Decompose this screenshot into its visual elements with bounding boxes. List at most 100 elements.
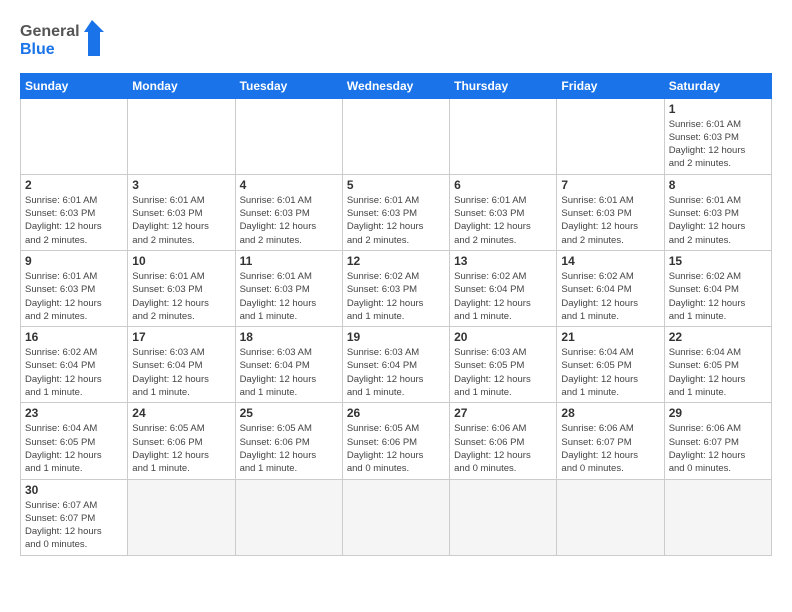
day-info: Sunrise: 6:01 AM Sunset: 6:03 PM Dayligh… (132, 270, 230, 323)
calendar-cell: 28 Sunrise: 6:06 AM Sunset: 6:07 PM Dayli… (557, 403, 664, 479)
day-info: Sunrise: 6:03 AM Sunset: 6:04 PM Dayligh… (132, 346, 230, 399)
day-info: Sunrise: 6:03 AM Sunset: 6:04 PM Dayligh… (347, 346, 445, 399)
day-number: 28 (561, 406, 659, 420)
calendar-week-row: 9 Sunrise: 6:01 AM Sunset: 6:03 PM Daylig… (21, 250, 772, 326)
day-number: 3 (132, 178, 230, 192)
calendar-cell: 4 Sunrise: 6:01 AM Sunset: 6:03 PM Daylig… (235, 174, 342, 250)
day-number: 30 (25, 483, 123, 497)
calendar-week-row: 16 Sunrise: 6:02 AM Sunset: 6:04 PM Dayli… (21, 327, 772, 403)
calendar-cell: 6 Sunrise: 6:01 AM Sunset: 6:03 PM Daylig… (450, 174, 557, 250)
day-number: 15 (669, 254, 767, 268)
day-info: Sunrise: 6:04 AM Sunset: 6:05 PM Dayligh… (25, 422, 123, 475)
day-number: 5 (347, 178, 445, 192)
day-info: Sunrise: 6:02 AM Sunset: 6:04 PM Dayligh… (454, 270, 552, 323)
day-number: 16 (25, 330, 123, 344)
calendar-week-row: 1Sunrise: 6:01 AM Sunset: 6:03 PM Daylig… (21, 98, 772, 174)
weekday-header-sunday: Sunday (21, 73, 128, 98)
calendar-week-row: 2Sunrise: 6:01 AM Sunset: 6:03 PM Daylig… (21, 174, 772, 250)
day-info: Sunrise: 6:02 AM Sunset: 6:04 PM Dayligh… (561, 270, 659, 323)
day-number: 17 (132, 330, 230, 344)
day-info: Sunrise: 6:05 AM Sunset: 6:06 PM Dayligh… (347, 422, 445, 475)
day-info: Sunrise: 6:02 AM Sunset: 6:04 PM Dayligh… (25, 346, 123, 399)
day-info: Sunrise: 6:01 AM Sunset: 6:03 PM Dayligh… (25, 270, 123, 323)
day-info: Sunrise: 6:01 AM Sunset: 6:03 PM Dayligh… (347, 194, 445, 247)
day-info: Sunrise: 6:02 AM Sunset: 6:04 PM Dayligh… (669, 270, 767, 323)
day-number: 29 (669, 406, 767, 420)
day-number: 23 (25, 406, 123, 420)
calendar-cell (557, 98, 664, 174)
day-number: 25 (240, 406, 338, 420)
day-number: 26 (347, 406, 445, 420)
calendar-cell: 3 Sunrise: 6:01 AM Sunset: 6:03 PM Daylig… (128, 174, 235, 250)
logo-container: General Blue (20, 18, 110, 65)
calendar-cell: 19 Sunrise: 6:03 AM Sunset: 6:04 PM Dayli… (342, 327, 449, 403)
calendar-week-row: 30 Sunrise: 6:07 AM Sunset: 6:07 PM Dayli… (21, 479, 772, 555)
day-number: 24 (132, 406, 230, 420)
day-number: 1 (669, 102, 767, 116)
calendar-cell: 17 Sunrise: 6:03 AM Sunset: 6:04 PM Dayli… (128, 327, 235, 403)
calendar-cell: 11 Sunrise: 6:01 AM Sunset: 6:03 PM Dayli… (235, 250, 342, 326)
calendar-cell: 8 Sunrise: 6:01 AM Sunset: 6:03 PM Daylig… (664, 174, 771, 250)
day-number: 19 (347, 330, 445, 344)
weekday-header-friday: Friday (557, 73, 664, 98)
day-number: 9 (25, 254, 123, 268)
calendar-cell: 7Sunrise: 6:01 AM Sunset: 6:03 PM Daylig… (557, 174, 664, 250)
day-info: Sunrise: 6:01 AM Sunset: 6:03 PM Dayligh… (25, 194, 123, 247)
day-info: Sunrise: 6:03 AM Sunset: 6:05 PM Dayligh… (454, 346, 552, 399)
calendar-cell: 16 Sunrise: 6:02 AM Sunset: 6:04 PM Dayli… (21, 327, 128, 403)
calendar-cell: 24 Sunrise: 6:05 AM Sunset: 6:06 PM Dayli… (128, 403, 235, 479)
calendar-cell: 15 Sunrise: 6:02 AM Sunset: 6:04 PM Dayli… (664, 250, 771, 326)
day-number: 6 (454, 178, 552, 192)
day-info: Sunrise: 6:01 AM Sunset: 6:03 PM Dayligh… (454, 194, 552, 247)
calendar-cell: 25 Sunrise: 6:05 AM Sunset: 6:06 PM Dayli… (235, 403, 342, 479)
day-number: 14 (561, 254, 659, 268)
day-number: 27 (454, 406, 552, 420)
day-info: Sunrise: 6:06 AM Sunset: 6:06 PM Dayligh… (454, 422, 552, 475)
day-info: Sunrise: 6:03 AM Sunset: 6:04 PM Dayligh… (240, 346, 338, 399)
calendar-cell (342, 98, 449, 174)
calendar-cell (21, 98, 128, 174)
calendar-cell: 18 Sunrise: 6:03 AM Sunset: 6:04 PM Dayli… (235, 327, 342, 403)
calendar-cell (557, 479, 664, 555)
day-number: 18 (240, 330, 338, 344)
weekday-header-saturday: Saturday (664, 73, 771, 98)
day-info: Sunrise: 6:06 AM Sunset: 6:07 PM Dayligh… (669, 422, 767, 475)
weekday-header-thursday: Thursday (450, 73, 557, 98)
day-info: Sunrise: 6:01 AM Sunset: 6:03 PM Dayligh… (132, 194, 230, 247)
calendar-table: SundayMondayTuesdayWednesdayThursdayFrid… (20, 73, 772, 556)
calendar-cell: 10Sunrise: 6:01 AM Sunset: 6:03 PM Dayli… (128, 250, 235, 326)
day-number: 22 (669, 330, 767, 344)
day-number: 13 (454, 254, 552, 268)
day-number: 12 (347, 254, 445, 268)
day-info: Sunrise: 6:01 AM Sunset: 6:03 PM Dayligh… (240, 194, 338, 247)
calendar-cell: 12Sunrise: 6:02 AM Sunset: 6:03 PM Dayli… (342, 250, 449, 326)
day-number: 8 (669, 178, 767, 192)
calendar-cell (235, 479, 342, 555)
day-info: Sunrise: 6:07 AM Sunset: 6:07 PM Dayligh… (25, 499, 123, 552)
day-number: 4 (240, 178, 338, 192)
calendar-cell: 30 Sunrise: 6:07 AM Sunset: 6:07 PM Dayli… (21, 479, 128, 555)
weekday-header-row: SundayMondayTuesdayWednesdayThursdayFrid… (21, 73, 772, 98)
calendar-cell (342, 479, 449, 555)
day-info: Sunrise: 6:04 AM Sunset: 6:05 PM Dayligh… (561, 346, 659, 399)
calendar-cell: 1Sunrise: 6:01 AM Sunset: 6:03 PM Daylig… (664, 98, 771, 174)
calendar-cell: 26 Sunrise: 6:05 AM Sunset: 6:06 PM Dayli… (342, 403, 449, 479)
weekday-header-wednesday: Wednesday (342, 73, 449, 98)
calendar-cell (664, 479, 771, 555)
calendar-cell: 9 Sunrise: 6:01 AM Sunset: 6:03 PM Daylig… (21, 250, 128, 326)
calendar-cell: 23 Sunrise: 6:04 AM Sunset: 6:05 PM Dayli… (21, 403, 128, 479)
calendar-cell (450, 98, 557, 174)
calendar-cell: 21 Sunrise: 6:04 AM Sunset: 6:05 PM Dayli… (557, 327, 664, 403)
day-info: Sunrise: 6:06 AM Sunset: 6:07 PM Dayligh… (561, 422, 659, 475)
day-info: Sunrise: 6:05 AM Sunset: 6:06 PM Dayligh… (240, 422, 338, 475)
calendar-cell (450, 479, 557, 555)
calendar-cell: 29 Sunrise: 6:06 AM Sunset: 6:07 PM Dayli… (664, 403, 771, 479)
day-info: Sunrise: 6:01 AM Sunset: 6:03 PM Dayligh… (240, 270, 338, 323)
day-number: 21 (561, 330, 659, 344)
calendar-cell: 5 Sunrise: 6:01 AM Sunset: 6:03 PM Daylig… (342, 174, 449, 250)
day-info: Sunrise: 6:01 AM Sunset: 6:03 PM Dayligh… (561, 194, 659, 247)
day-info: Sunrise: 6:01 AM Sunset: 6:03 PM Dayligh… (669, 194, 767, 247)
day-number: 11 (240, 254, 338, 268)
calendar-cell: 2Sunrise: 6:01 AM Sunset: 6:03 PM Daylig… (21, 174, 128, 250)
day-info: Sunrise: 6:05 AM Sunset: 6:06 PM Dayligh… (132, 422, 230, 475)
